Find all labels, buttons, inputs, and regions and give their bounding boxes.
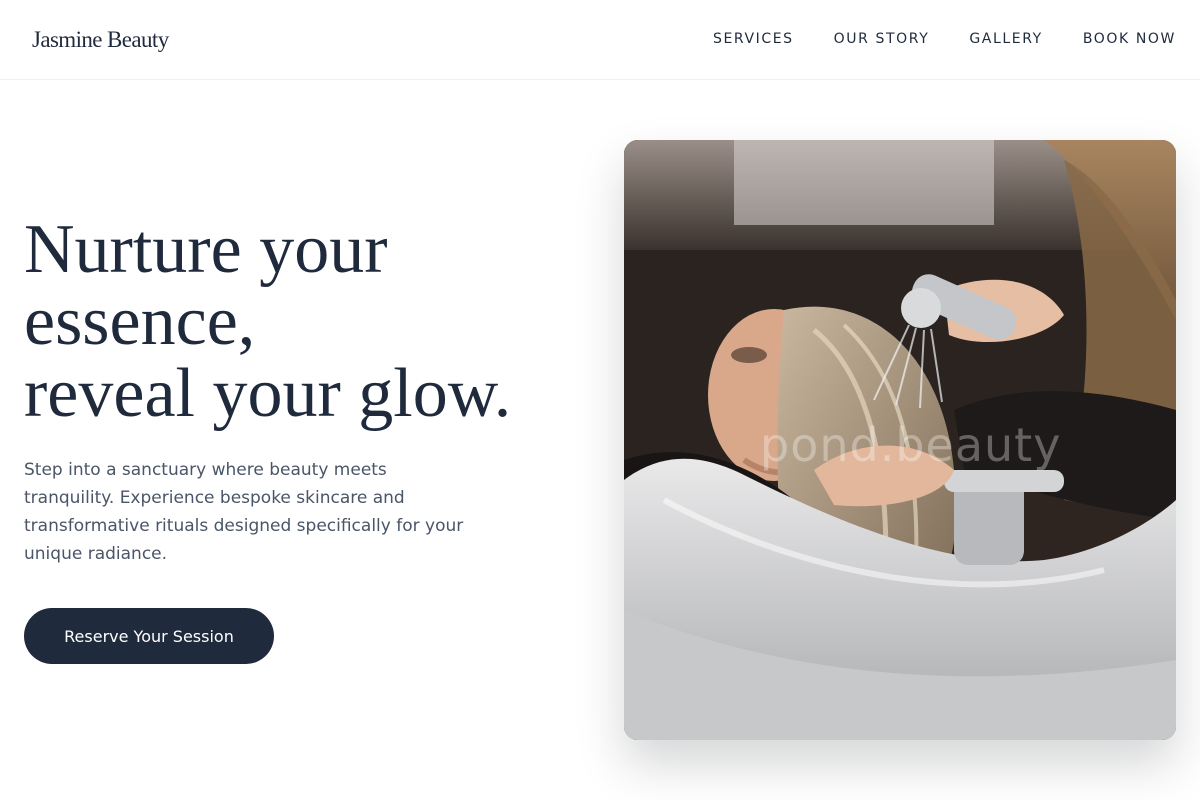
main-nav: SERVICES OUR STORY GALLERY BOOK NOW xyxy=(713,30,1176,48)
nav-gallery-link[interactable]: GALLERY xyxy=(969,30,1042,48)
headline-line: reveal your glow. xyxy=(24,355,512,432)
headline-line: Nurture your xyxy=(24,211,388,288)
nav-our-story-link[interactable]: OUR STORY xyxy=(834,30,930,48)
site-logo[interactable]: Jasmine Beauty xyxy=(32,27,169,53)
hero-photo-hair-wash: pond.beauty xyxy=(624,140,1176,740)
site-header: Jasmine Beauty SERVICES OUR STORY GALLER… xyxy=(0,0,1200,80)
reserve-session-button[interactable]: Reserve Your Session xyxy=(24,608,274,664)
hero-headline: Nurture your essence, reveal your glow. xyxy=(24,214,604,430)
nav-services-link[interactable]: SERVICES xyxy=(713,30,794,48)
image-watermark: pond.beauty xyxy=(760,418,1062,472)
hero-intro-text: Step into a sanctuary where beauty meets… xyxy=(24,460,464,564)
nav-book-now-link[interactable]: BOOK NOW xyxy=(1083,30,1176,48)
headline-line: essence, xyxy=(24,283,256,360)
